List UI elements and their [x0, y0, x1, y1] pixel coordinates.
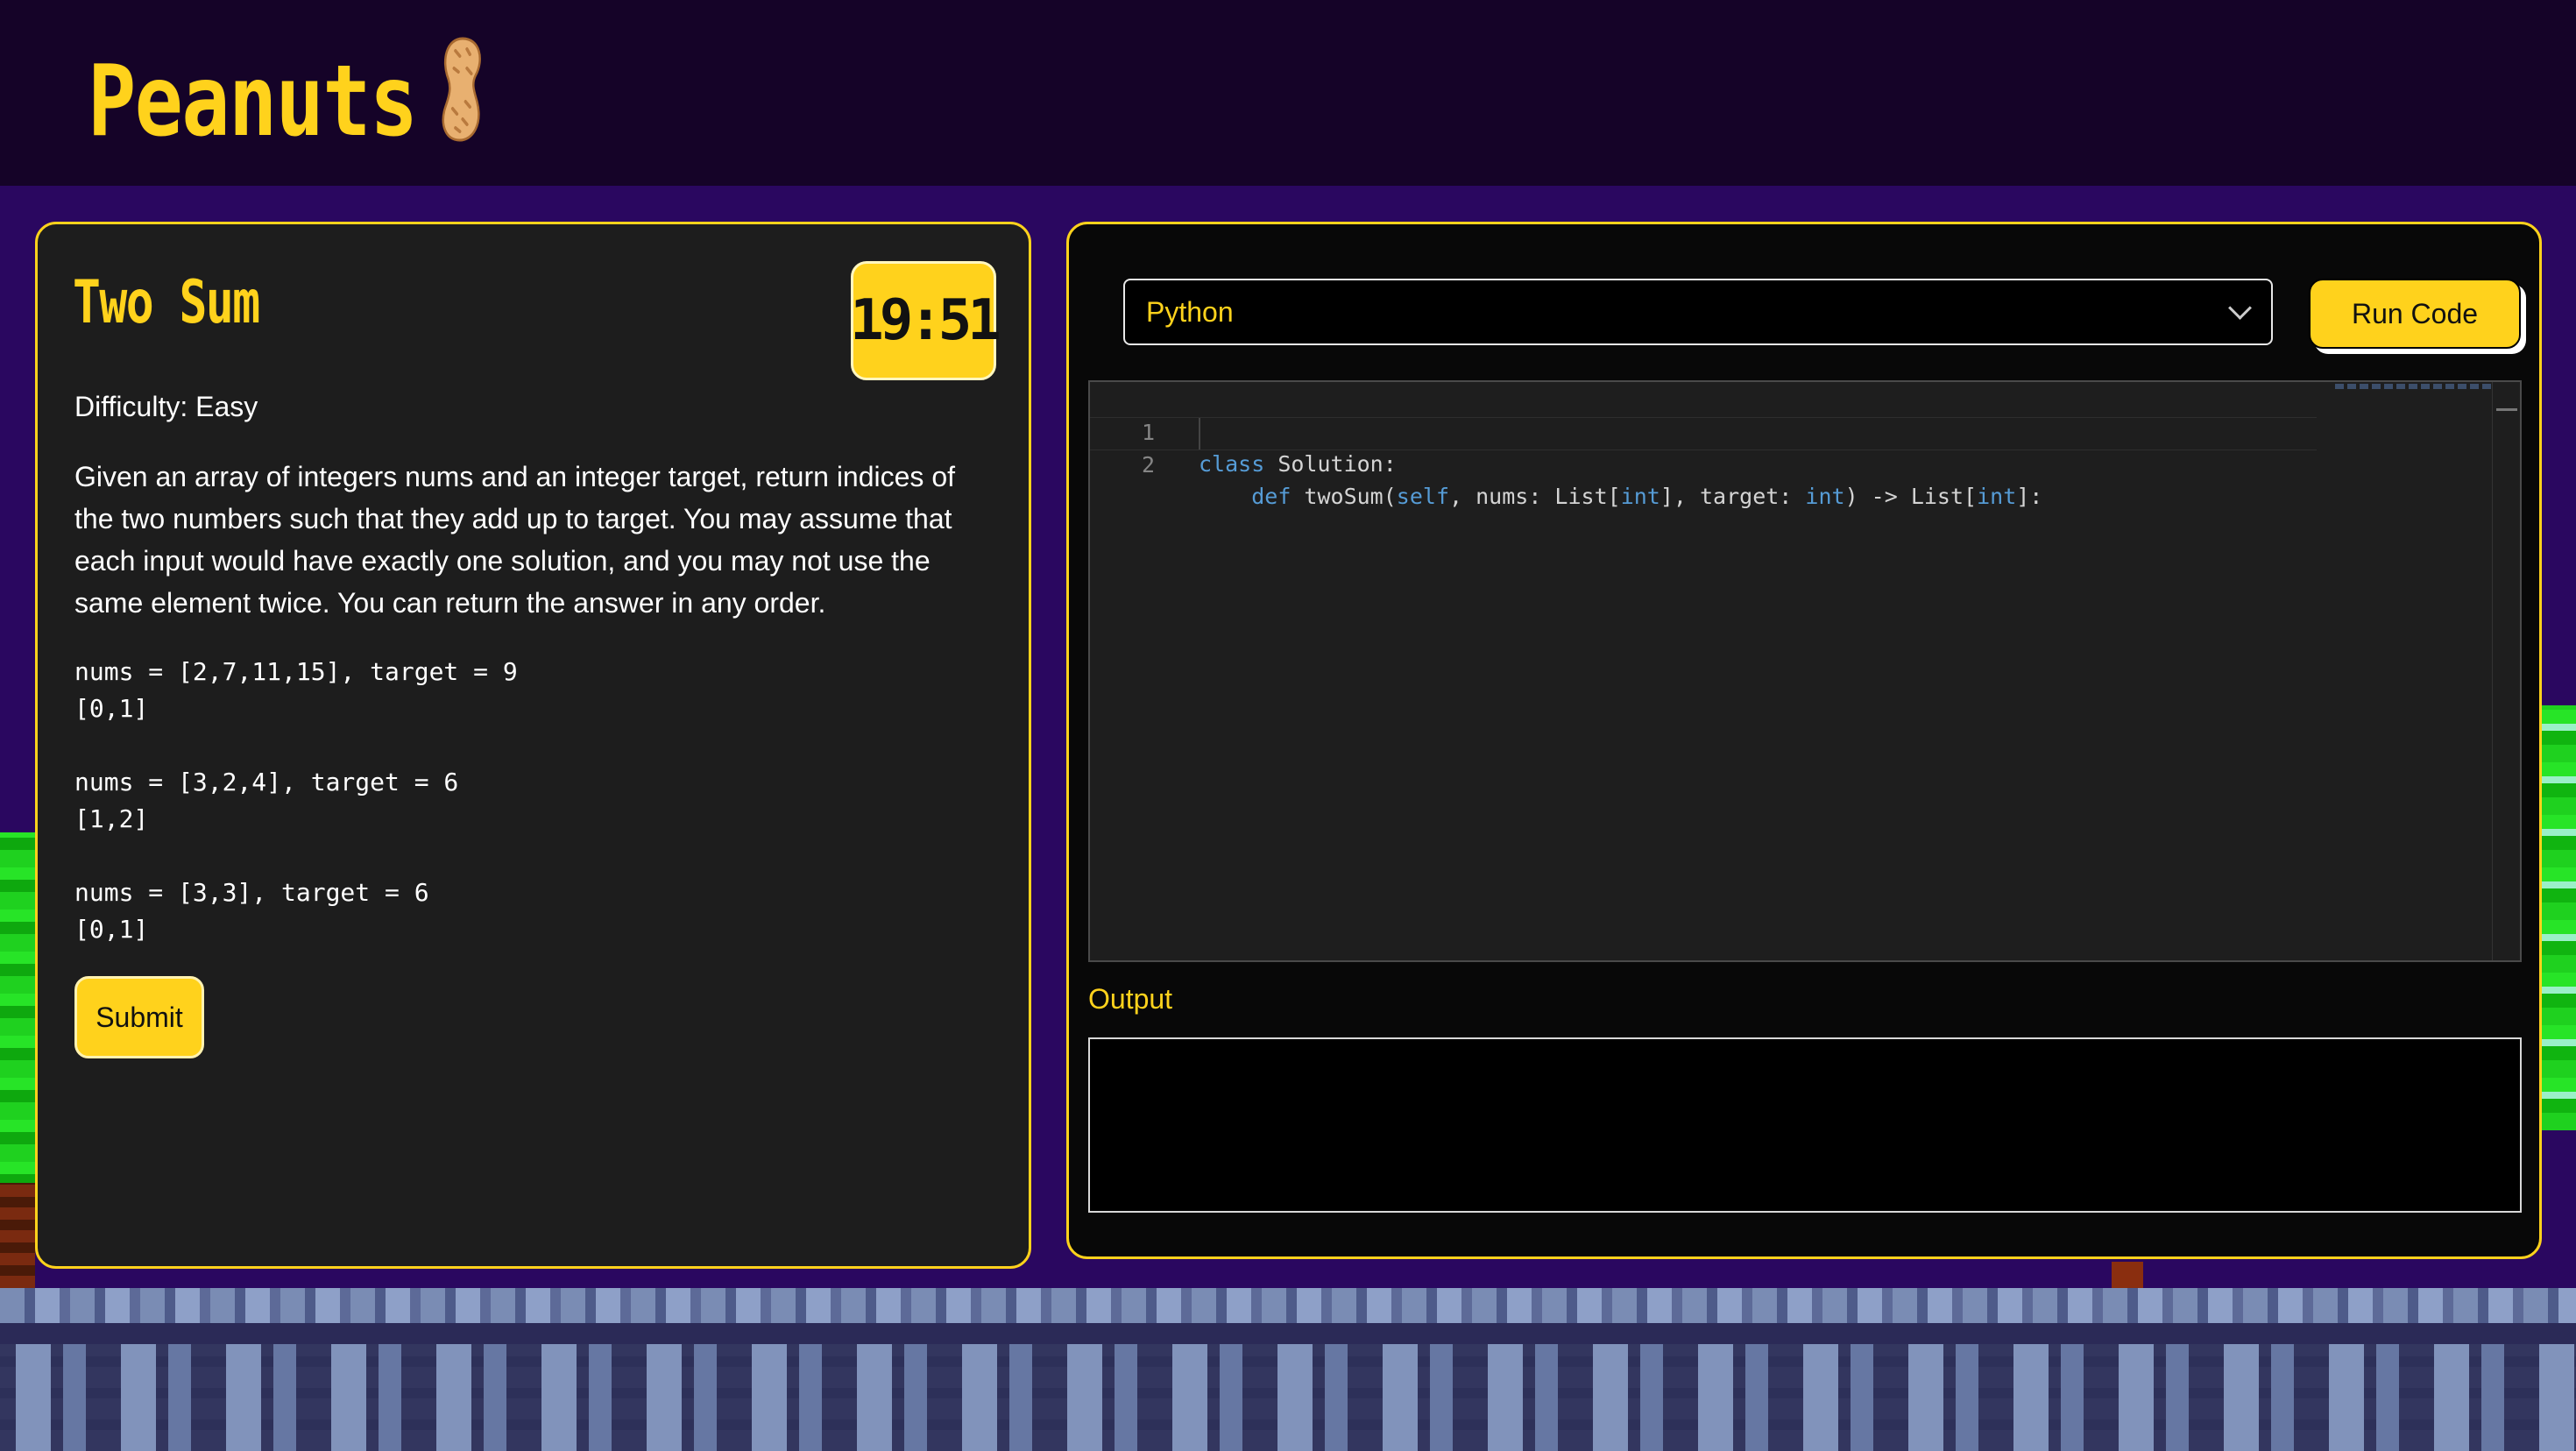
brand-name: Peanuts — [88, 44, 418, 159]
peanut-icon — [434, 33, 492, 169]
submit-button[interactable]: Submit — [74, 976, 204, 1058]
brand-logo[interactable]: Peanuts — [88, 33, 492, 169]
problem-panel: Two Sum 19:51 Difficulty: Easy Given an … — [35, 222, 1031, 1269]
example-input: nums = [2,7,11,15], target = 9 — [74, 657, 518, 686]
run-code-button[interactable]: Run Code — [2309, 279, 2521, 349]
pixel-ground-top — [0, 1288, 2576, 1323]
pixel-bush-right — [2541, 705, 2576, 1130]
example-output: [0,1] — [74, 915, 149, 944]
chevron-down-icon — [2228, 296, 2252, 320]
example-item: nums = [3,3], target = 6 [0,1] — [74, 874, 518, 948]
line-number: 2 — [1141, 452, 1155, 478]
example-output: [0,1] — [74, 694, 149, 723]
language-select[interactable]: Python — [1123, 279, 2273, 345]
code-editor[interactable]: 1 class Solution: 2 def twoSum(self, num… — [1088, 380, 2522, 962]
pixel-ground-band — [0, 1323, 2576, 1344]
pixel-trunk — [2112, 1262, 2143, 1288]
output-label: Output — [1088, 983, 1173, 1015]
example-item: nums = [2,7,11,15], target = 9 [0,1] — [74, 654, 518, 727]
code-text: class Solution: — [1199, 451, 1397, 477]
example-input: nums = [3,3], target = 6 — [74, 878, 429, 907]
example-item: nums = [3,2,4], target = 6 [1,2] — [74, 764, 518, 838]
pixel-stone-floor — [0, 1344, 2576, 1451]
editor-panel: Python Run Code 1 class Solution: 2 def … — [1066, 222, 2542, 1259]
problem-description: Given an array of integers nums and an i… — [74, 461, 955, 619]
editor-minimap[interactable] — [2335, 382, 2521, 960]
example-input: nums = [3,2,4], target = 6 — [74, 768, 459, 796]
output-box — [1088, 1037, 2522, 1213]
language-value: Python — [1146, 295, 1234, 328]
problem-title: Two Sum — [73, 268, 260, 337]
difficulty-label: Difficulty: Easy — [74, 391, 258, 422]
minimap-slider[interactable] — [2496, 408, 2517, 411]
example-output: [1,2] — [74, 804, 149, 833]
examples-list: nums = [2,7,11,15], target = 9 [0,1] num… — [74, 654, 518, 985]
code-line[interactable]: 2 def twoSum(self, nums: List[int], targ… — [1090, 417, 2317, 509]
code-text: def twoSum(self, nums: List[int], target… — [1251, 484, 2043, 509]
code-line[interactable]: 1 class Solution: — [1090, 386, 2317, 477]
pixel-bush-left — [0, 832, 35, 1288]
top-header: Peanuts — [0, 0, 2576, 186]
countdown-timer: 19:51 — [850, 261, 1001, 380]
